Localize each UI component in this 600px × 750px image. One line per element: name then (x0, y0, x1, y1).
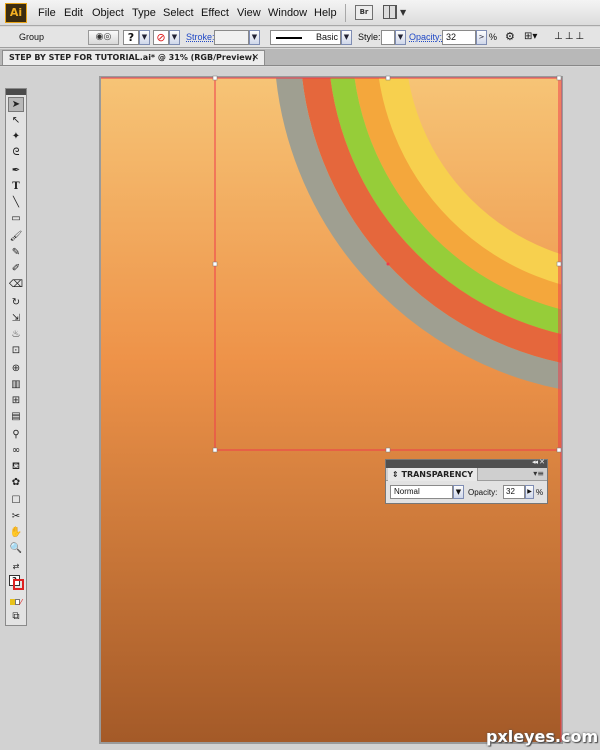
eraser-tool-icon[interactable]: ⌫ (8, 277, 24, 292)
free-transform-tool-icon[interactable]: ⊡ (8, 343, 24, 358)
symbol-sprayer-tool-icon[interactable]: ✿ (8, 475, 24, 490)
hand-tool-icon[interactable]: ✋ (8, 525, 24, 540)
magic-wand-tool-icon[interactable]: ✦ (8, 129, 24, 144)
transparency-panel-titlebar[interactable]: ◂◂ ✕ (386, 458, 547, 468)
handle-bottom-right[interactable] (556, 447, 562, 453)
collapse-panel-icon[interactable]: ◂◂ (532, 458, 538, 466)
lasso-tool-icon[interactable]: ᘓ (8, 145, 24, 160)
handle-bottom-left[interactable] (212, 447, 218, 453)
graph-tool-icon[interactable]: ▥ (8, 377, 24, 392)
handle-top-left[interactable] (212, 75, 218, 81)
pencil-tool-icon[interactable]: ✎ (8, 245, 24, 260)
artboard-tool-icon[interactable]: ☐ (8, 493, 24, 508)
handle-middle-right[interactable] (556, 261, 562, 267)
transparency-panel-header: ⇕ TRANSPARENCY ▾≡ (386, 468, 547, 481)
handle-top-center[interactable] (385, 75, 391, 81)
handle-middle-left[interactable] (212, 261, 218, 267)
handle-top-right[interactable] (556, 75, 562, 81)
live-paint-tool-icon[interactable]: ⛾ (8, 459, 24, 474)
pen-tool-icon[interactable]: ✒ (8, 163, 24, 178)
tools-panel: ➤ ↖ ✦ ᘓ ✒ T ╲ ▭ 🖌 ✎ ✐ ⌫ ↻ ⇲ ♨ ⊡ ⊕ ▥ ⊞ ▤ … (5, 88, 27, 626)
transparency-opacity-input[interactable]: 32 (503, 485, 525, 499)
transparency-panel: ◂◂ ✕ ⇕ TRANSPARENCY ▾≡ Normal ▼ Opacity:… (385, 458, 548, 504)
paintbrush-tool-icon[interactable]: 🖌 (8, 229, 24, 244)
selection-center-point (386, 262, 390, 266)
screen-mode-icon[interactable]: ⧉ (8, 609, 24, 624)
transparency-title: TRANSPARENCY (401, 470, 474, 479)
transparency-opacity-percent: % (536, 488, 544, 497)
watermark: pxleyes.com (486, 727, 599, 746)
selection-tool-icon[interactable]: ➤ (8, 97, 24, 112)
artboard-canvas[interactable] (0, 0, 600, 750)
color-modes-icon[interactable]: ⁄ (8, 595, 24, 610)
rotate-tool-icon[interactable]: ↻ (8, 295, 24, 310)
scale-tool-icon[interactable]: ⇲ (8, 311, 24, 326)
handle-bottom-center[interactable] (385, 447, 391, 453)
panel-menu-icon[interactable]: ▾≡ (533, 469, 544, 478)
transparency-opacity-flyout-icon[interactable]: ▶ (525, 485, 534, 499)
close-panel-icon[interactable]: ✕ (539, 458, 545, 466)
eyedropper-tool-icon[interactable]: ⚲ (8, 427, 24, 442)
direct-selection-tool-icon[interactable]: ↖ (8, 113, 24, 128)
type-tool-icon[interactable]: T (8, 179, 24, 194)
transparency-opacity-label: Opacity: (468, 488, 498, 497)
blend-mode-select[interactable]: Normal (390, 485, 453, 499)
warp-tool-icon[interactable]: ♨ (8, 327, 24, 342)
fill-stroke-swatch-icon[interactable]: ? (8, 575, 24, 590)
blob-brush-tool-icon[interactable]: ✐ (8, 261, 24, 276)
slice-tool-icon[interactable]: ✂ (8, 509, 24, 524)
tools-panel-grip[interactable] (6, 89, 26, 95)
line-tool-icon[interactable]: ╲ (8, 195, 24, 210)
rectangle-tool-icon[interactable]: ▭ (8, 211, 24, 226)
blend-tool-icon[interactable]: ∞ (8, 443, 24, 458)
mesh-tool-icon[interactable]: ⊞ (8, 393, 24, 408)
gradient-tool-icon[interactable]: ▤ (8, 409, 24, 424)
zoom-tool-icon[interactable]: 🔍 (8, 541, 24, 556)
swap-colors-icon[interactable]: ⇄ (8, 559, 24, 574)
transparency-tab[interactable]: ⇕ TRANSPARENCY (388, 468, 479, 481)
blend-mode-dropdown-icon[interactable]: ▼ (453, 485, 464, 499)
shape-builder-tool-icon[interactable]: ⊕ (8, 361, 24, 376)
